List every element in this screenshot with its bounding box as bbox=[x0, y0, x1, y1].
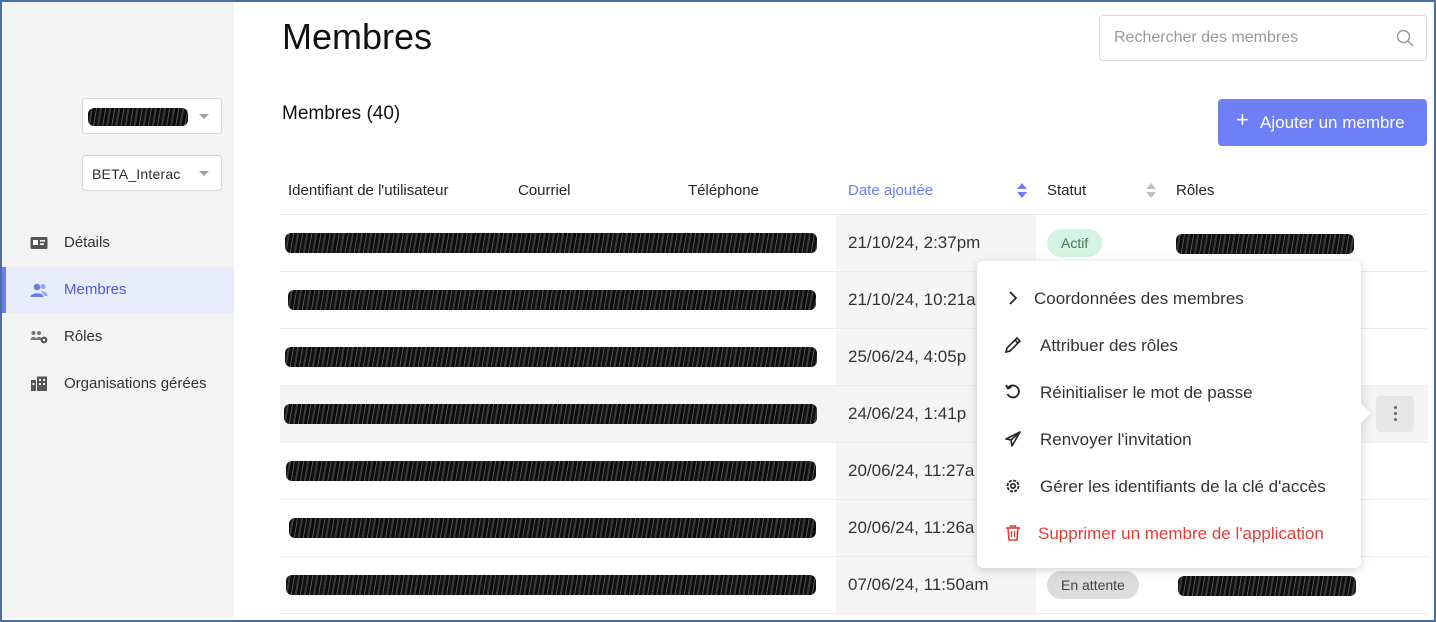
redacted-user-info bbox=[285, 347, 817, 367]
column-header-phone[interactable]: Téléphone bbox=[688, 182, 759, 199]
search-input[interactable] bbox=[1112, 28, 1386, 48]
date-cell: 21/10/24, 2:37pm bbox=[848, 233, 981, 252]
gear-icon bbox=[1006, 479, 1020, 493]
reset-icon bbox=[1005, 384, 1020, 399]
column-header-email[interactable]: Courriel bbox=[518, 182, 571, 199]
sidebar-item-roles[interactable]: Rôles bbox=[2, 314, 234, 360]
menu-item-remove-member[interactable]: Supprimer un membre de l'application bbox=[977, 513, 1361, 553]
building-icon bbox=[31, 376, 47, 391]
users-icon bbox=[30, 283, 48, 297]
row-actions-menu: Coordonnées des membres Attribuer des rô… bbox=[977, 261, 1371, 568]
column-header-roles[interactable]: Rôles bbox=[1176, 182, 1214, 199]
chevron-down-icon bbox=[199, 114, 209, 119]
sort-icon[interactable] bbox=[1146, 183, 1156, 199]
search-box[interactable] bbox=[1099, 15, 1427, 61]
dot bbox=[1394, 406, 1397, 409]
trash-icon bbox=[1006, 525, 1020, 541]
add-member-button[interactable]: + Ajouter un membre bbox=[1218, 99, 1427, 146]
menu-item-label: Gérer les identifiants de la clé d'accès bbox=[1040, 477, 1326, 496]
app-select[interactable]: BETA_Interac bbox=[82, 155, 222, 191]
redacted-user-info bbox=[284, 404, 817, 424]
sidebar-item-label: Membres bbox=[64, 281, 127, 298]
sidebar-item-members[interactable]: Membres bbox=[2, 267, 234, 313]
date-cell: 20/06/24, 11:27a bbox=[848, 461, 975, 480]
date-cell: 20/06/24, 11:26a bbox=[848, 518, 975, 537]
status-badge: Actif bbox=[1047, 229, 1103, 257]
menu-item-label: Renvoyer l'invitation bbox=[1040, 430, 1192, 449]
id-card-icon bbox=[30, 237, 48, 249]
add-member-label: Ajouter un membre bbox=[1260, 113, 1405, 132]
menu-item-resend-invitation[interactable]: Renvoyer l'invitation bbox=[977, 419, 1361, 459]
page-title: Membres bbox=[282, 16, 433, 57]
redacted-user-info bbox=[288, 290, 816, 310]
column-header-status[interactable]: Statut bbox=[1047, 182, 1086, 199]
redacted-user-info bbox=[286, 575, 816, 595]
org-select[interactable] bbox=[82, 98, 222, 134]
menu-item-label: Coordonnées des membres bbox=[1034, 289, 1244, 308]
chevron-down-icon bbox=[199, 171, 209, 176]
date-cell: 07/06/24, 11:50am bbox=[848, 575, 989, 594]
date-cell: 21/10/24, 10:21a bbox=[848, 290, 976, 309]
menu-item-label: Attribuer des rôles bbox=[1040, 336, 1178, 355]
redacted-user-info bbox=[289, 518, 816, 538]
chevron-right-icon bbox=[1009, 291, 1018, 305]
column-header-date-added[interactable]: Date ajoutée bbox=[848, 182, 933, 199]
date-cell: 25/06/24, 4:05p bbox=[848, 347, 967, 366]
sidebar-item-details[interactable]: Détails bbox=[2, 220, 234, 266]
redacted-roles bbox=[1178, 576, 1356, 596]
redacted-user-info bbox=[285, 233, 817, 253]
redacted-roles bbox=[1176, 234, 1354, 254]
menu-item-label: Réinitialiser le mot de passe bbox=[1040, 383, 1253, 402]
menu-item-reset-password[interactable]: Réinitialiser le mot de passe bbox=[977, 372, 1361, 412]
menu-item-label: Supprimer un membre de l'application bbox=[1038, 524, 1324, 543]
column-header-user-id[interactable]: Identifiant de l'utilisateur bbox=[288, 182, 448, 199]
menu-item-member-details[interactable]: Coordonnées des membres bbox=[977, 278, 1361, 318]
send-icon bbox=[1005, 431, 1021, 447]
sort-icon[interactable] bbox=[1017, 183, 1027, 199]
dot bbox=[1394, 412, 1397, 415]
status-badge: En attente bbox=[1047, 571, 1139, 599]
redacted-org-name bbox=[88, 108, 188, 126]
menu-item-assign-roles[interactable]: Attribuer des rôles bbox=[977, 325, 1361, 365]
app-select-value: BETA_Interac bbox=[92, 166, 181, 182]
roles-icon bbox=[30, 331, 48, 344]
search-icon[interactable] bbox=[1396, 29, 1414, 47]
sidebar-item-label: Organisations gérées bbox=[64, 375, 207, 392]
plus-icon: + bbox=[1236, 107, 1249, 132]
row-actions-button[interactable] bbox=[1376, 396, 1414, 432]
sidebar-item-managed-orgs[interactable]: Organisations gérées bbox=[2, 361, 234, 407]
date-cell: 24/06/24, 1:41p bbox=[848, 404, 967, 423]
sidebar-item-label: Rôles bbox=[64, 328, 103, 345]
members-count-heading: Membres (40) bbox=[282, 103, 401, 124]
redacted-user-info bbox=[286, 461, 816, 481]
dot bbox=[1394, 418, 1397, 421]
menu-item-manage-passkeys[interactable]: Gérer les identifiants de la clé d'accès bbox=[977, 466, 1361, 506]
sidebar-item-label: Détails bbox=[64, 234, 110, 251]
pencil-icon bbox=[1004, 336, 1022, 354]
